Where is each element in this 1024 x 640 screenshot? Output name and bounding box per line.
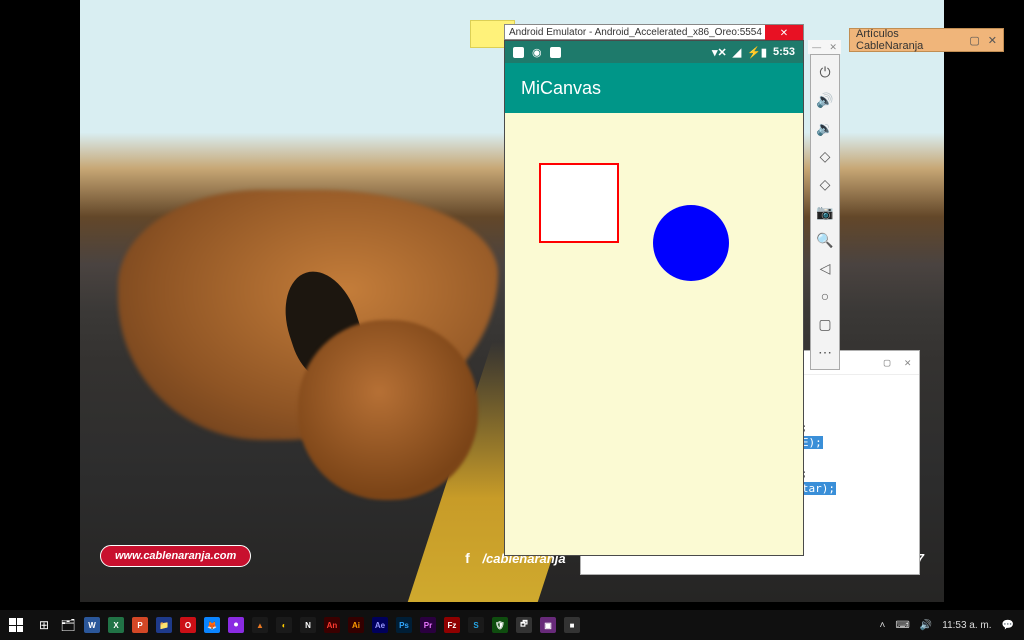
taskbar-app-1[interactable]: X: [104, 610, 128, 640]
taskbar-app-11[interactable]: Ai: [344, 610, 368, 640]
tray-volume-icon[interactable]: 🔊: [920, 620, 932, 631]
taskbar-app-14[interactable]: Pr: [416, 610, 440, 640]
status-app-icon: [513, 47, 524, 58]
taskbar-app-10[interactable]: An: [320, 610, 344, 640]
overview-button[interactable]: ▢: [812, 311, 838, 337]
site-url-badge: www.cablenaranja.com: [100, 545, 251, 567]
wifi-off-icon: ▾✕: [712, 46, 727, 59]
back-button[interactable]: ◁: [812, 255, 838, 281]
tray-chevron-icon[interactable]: ˄: [880, 620, 886, 631]
taskbar-app-8[interactable]: ◐: [272, 610, 296, 640]
taskbar-app-4[interactable]: O: [176, 610, 200, 640]
taskbar-clock[interactable]: 11:53 a. m.: [942, 620, 991, 631]
letterbox-right: [944, 0, 1024, 602]
volume-down-button[interactable]: 🔉: [812, 115, 838, 141]
emulator-toolbar: ⏻ 🔊 🔉 ◇ ◇ 📷 🔍 ◁ ○ ▢ ⋯: [810, 54, 840, 370]
windows-taskbar[interactable]: ⊞ 🗂 WXP📁O🦊⏺▲◐NAnAiAePsPrFzS🛡🗗▣■ ˄ ⌨ 🔊 11…: [0, 610, 1024, 640]
more-button[interactable]: ⋯: [812, 339, 838, 365]
taskbar-app-15[interactable]: Fz: [440, 610, 464, 640]
app-title: MiCanvas: [521, 78, 601, 99]
android-appbar: MiCanvas: [505, 63, 803, 113]
taskbar-app-0[interactable]: W: [80, 610, 104, 640]
camera-button[interactable]: 📷: [812, 199, 838, 225]
emulator-window-controls: — ✕: [808, 40, 841, 54]
emulator-titlebar[interactable]: Android Emulator - Android_Accelerated_x…: [504, 24, 804, 40]
taskbar-app-3[interactable]: 📁: [152, 610, 176, 640]
notifications-icon[interactable]: 💬: [1002, 620, 1014, 631]
articulos-close-icon[interactable]: ✕: [988, 34, 997, 47]
canvas-red-rectangle: [539, 163, 619, 243]
start-button[interactable]: [0, 610, 32, 640]
volume-up-button[interactable]: 🔊: [812, 87, 838, 113]
windows-logo-icon: [9, 618, 23, 632]
tray-keyboard-icon[interactable]: ⌨: [895, 620, 909, 631]
taskbar-app-16[interactable]: S: [464, 610, 488, 640]
file-explorer-icon[interactable]: 🗂: [56, 610, 80, 640]
taskbar-app-18[interactable]: 🗗: [512, 610, 536, 640]
editor-maximize-icon[interactable]: ▢: [884, 356, 891, 369]
taskbar-app-20[interactable]: ■: [560, 610, 584, 640]
taskbar-app-7[interactable]: ▲: [248, 610, 272, 640]
articulos-window[interactable]: Artículos CableNaranja ▢ ✕: [849, 28, 1004, 52]
taskbar-app-17[interactable]: 🛡: [488, 610, 512, 640]
rotate-left-button[interactable]: ◇: [812, 143, 838, 169]
emulator-title: Android Emulator - Android_Accelerated_x…: [509, 27, 762, 38]
letterbox-left: [0, 0, 80, 602]
signal-icon: ◢: [733, 46, 741, 59]
taskbar-app-5[interactable]: 🦊: [200, 610, 224, 640]
articulos-title: Artículos CableNaranja: [856, 28, 961, 52]
editor-close-icon[interactable]: ✕: [904, 356, 911, 369]
taskbar-app-9[interactable]: N: [296, 610, 320, 640]
emu-close-icon[interactable]: ✕: [829, 42, 837, 53]
status-circle-icon: ◉: [532, 46, 542, 59]
taskbar-app-19[interactable]: ▣: [536, 610, 560, 640]
taskbar-app-2[interactable]: P: [128, 610, 152, 640]
wallpaper-fox: [88, 130, 518, 500]
system-tray[interactable]: ˄ ⌨ 🔊 11:53 a. m. 💬: [870, 620, 1024, 631]
status-time: 5:53: [773, 46, 795, 58]
canvas-blue-circle: [653, 205, 729, 281]
emu-min-icon[interactable]: —: [812, 42, 821, 52]
android-statusbar: ◉ ▾✕ ◢ ⚡▮ 5:53: [505, 41, 803, 63]
articulos-maximize-icon[interactable]: ▢: [969, 34, 979, 47]
rotate-right-button[interactable]: ◇: [812, 171, 838, 197]
taskbar-app-6[interactable]: ⏺: [224, 610, 248, 640]
status-sd-icon: [550, 47, 561, 58]
battery-charging-icon: ⚡▮: [747, 46, 767, 59]
canvas-area[interactable]: [505, 113, 803, 555]
facebook-icon: f: [458, 549, 476, 567]
taskbar-app-13[interactable]: Ps: [392, 610, 416, 640]
emulator-close-button[interactable]: ✕: [765, 25, 803, 41]
android-emulator-screen[interactable]: ◉ ▾✕ ◢ ⚡▮ 5:53 MiCanvas: [504, 40, 804, 556]
taskbar-app-12[interactable]: Ae: [368, 610, 392, 640]
power-button[interactable]: ⏻: [812, 59, 838, 85]
zoom-button[interactable]: 🔍: [812, 227, 838, 253]
taskview-icon[interactable]: ⊞: [32, 610, 56, 640]
home-button[interactable]: ○: [812, 283, 838, 309]
